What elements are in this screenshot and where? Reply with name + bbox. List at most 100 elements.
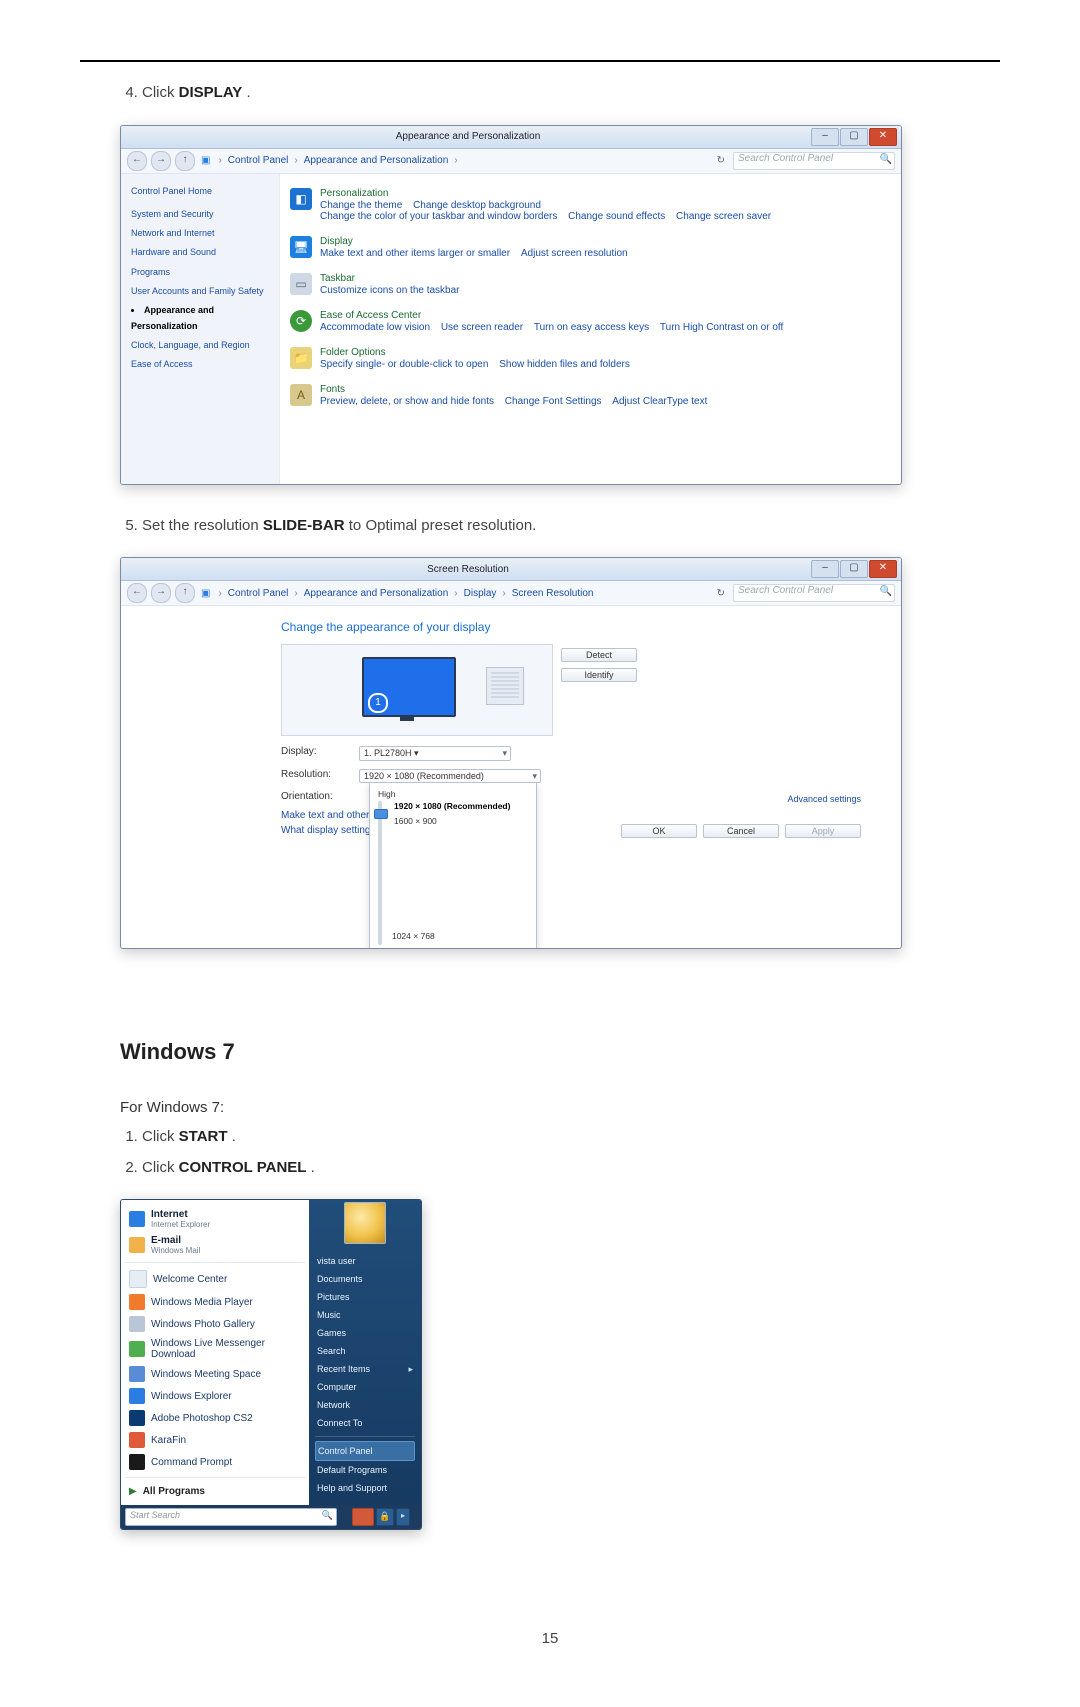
right-item[interactable]: Help and Support: [315, 1479, 415, 1497]
start-item[interactable]: Welcome Center: [125, 1267, 305, 1291]
slider-track[interactable]: [378, 801, 382, 945]
category-link[interactable]: Change Font Settings: [505, 396, 602, 407]
secondary-device-icon[interactable]: [486, 667, 524, 705]
titlebar[interactable]: Screen Resolution – ▢ ✕: [121, 558, 901, 581]
resolution-select[interactable]: 1920 × 1080 (Recommended): [359, 769, 541, 783]
sidebar-item-active[interactable]: Appearance and Personalization: [131, 303, 271, 334]
nav-up-button[interactable]: ↑: [175, 151, 195, 171]
category-title[interactable]: Fonts: [320, 384, 707, 395]
category-link[interactable]: Customize icons on the taskbar: [320, 285, 460, 296]
right-item-user[interactable]: vista user: [315, 1252, 415, 1270]
detect-button[interactable]: Detect: [561, 648, 637, 662]
sidebar-item[interactable]: Hardware and Sound: [131, 245, 271, 260]
category-title[interactable]: Display: [320, 236, 628, 247]
maximize-button[interactable]: ▢: [840, 128, 868, 146]
category-title[interactable]: Folder Options: [320, 347, 630, 358]
sidebar-item[interactable]: System and Security: [131, 207, 271, 222]
maximize-button[interactable]: ▢: [840, 560, 868, 578]
category-link[interactable]: Change sound effects: [568, 211, 665, 222]
power-button[interactable]: [352, 1508, 374, 1526]
category-title[interactable]: Personalization: [320, 188, 771, 199]
category-link[interactable]: Turn High Contrast on or off: [660, 322, 783, 333]
right-item[interactable]: Network: [315, 1396, 415, 1414]
right-item[interactable]: Music: [315, 1306, 415, 1324]
start-item[interactable]: Windows Meeting Space: [125, 1363, 305, 1385]
right-item[interactable]: Pictures: [315, 1288, 415, 1306]
advanced-settings-link[interactable]: Advanced settings: [787, 794, 861, 804]
sidebar-item[interactable]: User Accounts and Family Safety: [131, 284, 271, 299]
user-avatar[interactable]: [344, 1202, 386, 1244]
category-link[interactable]: Change screen saver: [676, 211, 771, 222]
category-link[interactable]: Accommodate low vision: [320, 322, 430, 333]
nav-back-button[interactable]: ←: [127, 151, 147, 171]
sidebar-item[interactable]: Programs: [131, 265, 271, 280]
category-link[interactable]: Change the color of your taskbar and win…: [320, 211, 557, 222]
nav-forward-button[interactable]: →: [151, 151, 171, 171]
start-item[interactable]: KaraFin: [125, 1429, 305, 1451]
start-item[interactable]: Windows Explorer: [125, 1385, 305, 1407]
monitor-preview[interactable]: 1: [281, 644, 553, 736]
apply-button[interactable]: Apply: [785, 824, 861, 838]
close-button[interactable]: ✕: [869, 560, 897, 578]
breadcrumb[interactable]: Screen Resolution: [512, 588, 594, 599]
category-link[interactable]: Show hidden files and folders: [499, 359, 630, 370]
right-item[interactable]: Documents: [315, 1270, 415, 1288]
sidebar-item[interactable]: Clock, Language, and Region: [131, 338, 271, 353]
refresh-button[interactable]: ↻: [717, 155, 725, 166]
search-input[interactable]: Search Control Panel 🔍: [733, 584, 895, 602]
resolution-option[interactable]: 1600 × 900: [394, 814, 528, 829]
category-link[interactable]: Specify single- or double-click to open: [320, 359, 488, 370]
sidebar-home[interactable]: Control Panel Home: [131, 184, 271, 199]
resolution-option[interactable]: 1024 × 768: [392, 931, 435, 941]
breadcrumb[interactable]: Display: [464, 588, 497, 599]
ok-button[interactable]: OK: [621, 824, 697, 838]
category-link[interactable]: Adjust ClearType text: [612, 396, 707, 407]
close-button[interactable]: ✕: [869, 128, 897, 146]
right-item-control-panel[interactable]: Control Panel: [315, 1441, 415, 1461]
right-item[interactable]: Search: [315, 1342, 415, 1360]
right-item[interactable]: Default Programs: [315, 1461, 415, 1479]
category-title[interactable]: Taskbar: [320, 273, 460, 284]
breadcrumb[interactable]: Appearance and Personalization: [304, 588, 449, 599]
sidebar-item[interactable]: Ease of Access: [131, 357, 271, 372]
titlebar[interactable]: Appearance and Personalization – ▢ ✕: [121, 126, 901, 149]
right-item[interactable]: Connect To: [315, 1414, 415, 1432]
search-input[interactable]: Search Control Panel 🔍: [733, 152, 895, 170]
start-item[interactable]: Windows Media Player: [125, 1291, 305, 1313]
breadcrumb[interactable]: Control Panel: [228, 155, 289, 166]
minimize-button[interactable]: –: [811, 560, 839, 578]
resolution-option[interactable]: 1920 × 1080 (Recommended): [394, 799, 528, 814]
all-programs[interactable]: ▶ All Programs: [125, 1482, 305, 1501]
resolution-slider-popup[interactable]: High 1920 × 1080 (Recommended) 1600 × 90…: [369, 782, 537, 949]
nav-back-button[interactable]: ←: [127, 583, 147, 603]
category-title[interactable]: Ease of Access Center: [320, 310, 783, 321]
category-link[interactable]: Make text and other items larger or smal…: [320, 248, 510, 259]
display-select[interactable]: 1. PL2780H ▾: [359, 746, 511, 761]
right-item[interactable]: Recent Items▸: [315, 1360, 415, 1378]
nav-up-button[interactable]: ↑: [175, 583, 195, 603]
category-link[interactable]: Preview, delete, or show and hide fonts: [320, 396, 494, 407]
sidebar-item[interactable]: Network and Internet: [131, 226, 271, 241]
category-link[interactable]: Adjust screen resolution: [521, 248, 628, 259]
nav-forward-button[interactable]: →: [151, 583, 171, 603]
category-link[interactable]: Change the theme: [320, 200, 402, 211]
start-item[interactable]: Command Prompt: [125, 1451, 305, 1473]
cancel-button[interactable]: Cancel: [703, 824, 779, 838]
identify-button[interactable]: Identify: [561, 668, 637, 682]
start-search-input[interactable]: Start Search 🔍: [125, 1508, 337, 1526]
right-item[interactable]: Games: [315, 1324, 415, 1342]
lock-button[interactable]: 🔒: [376, 1508, 394, 1526]
start-item[interactable]: Adobe Photoshop CS2: [125, 1407, 305, 1429]
minimize-button[interactable]: –: [811, 128, 839, 146]
category-link[interactable]: Turn on easy access keys: [534, 322, 649, 333]
breadcrumb[interactable]: Appearance and Personalization: [304, 155, 449, 166]
right-item[interactable]: Computer: [315, 1378, 415, 1396]
refresh-button[interactable]: ↻: [717, 588, 725, 599]
monitor-1[interactable]: 1: [362, 657, 456, 717]
start-item[interactable]: Windows Photo Gallery: [125, 1313, 305, 1335]
category-link[interactable]: Use screen reader: [441, 322, 523, 333]
slider-thumb[interactable]: [374, 809, 388, 819]
start-item[interactable]: Windows Live Messenger Download: [125, 1335, 305, 1363]
breadcrumb[interactable]: Control Panel: [228, 588, 289, 599]
power-menu-dropdown[interactable]: ▸: [396, 1508, 410, 1526]
